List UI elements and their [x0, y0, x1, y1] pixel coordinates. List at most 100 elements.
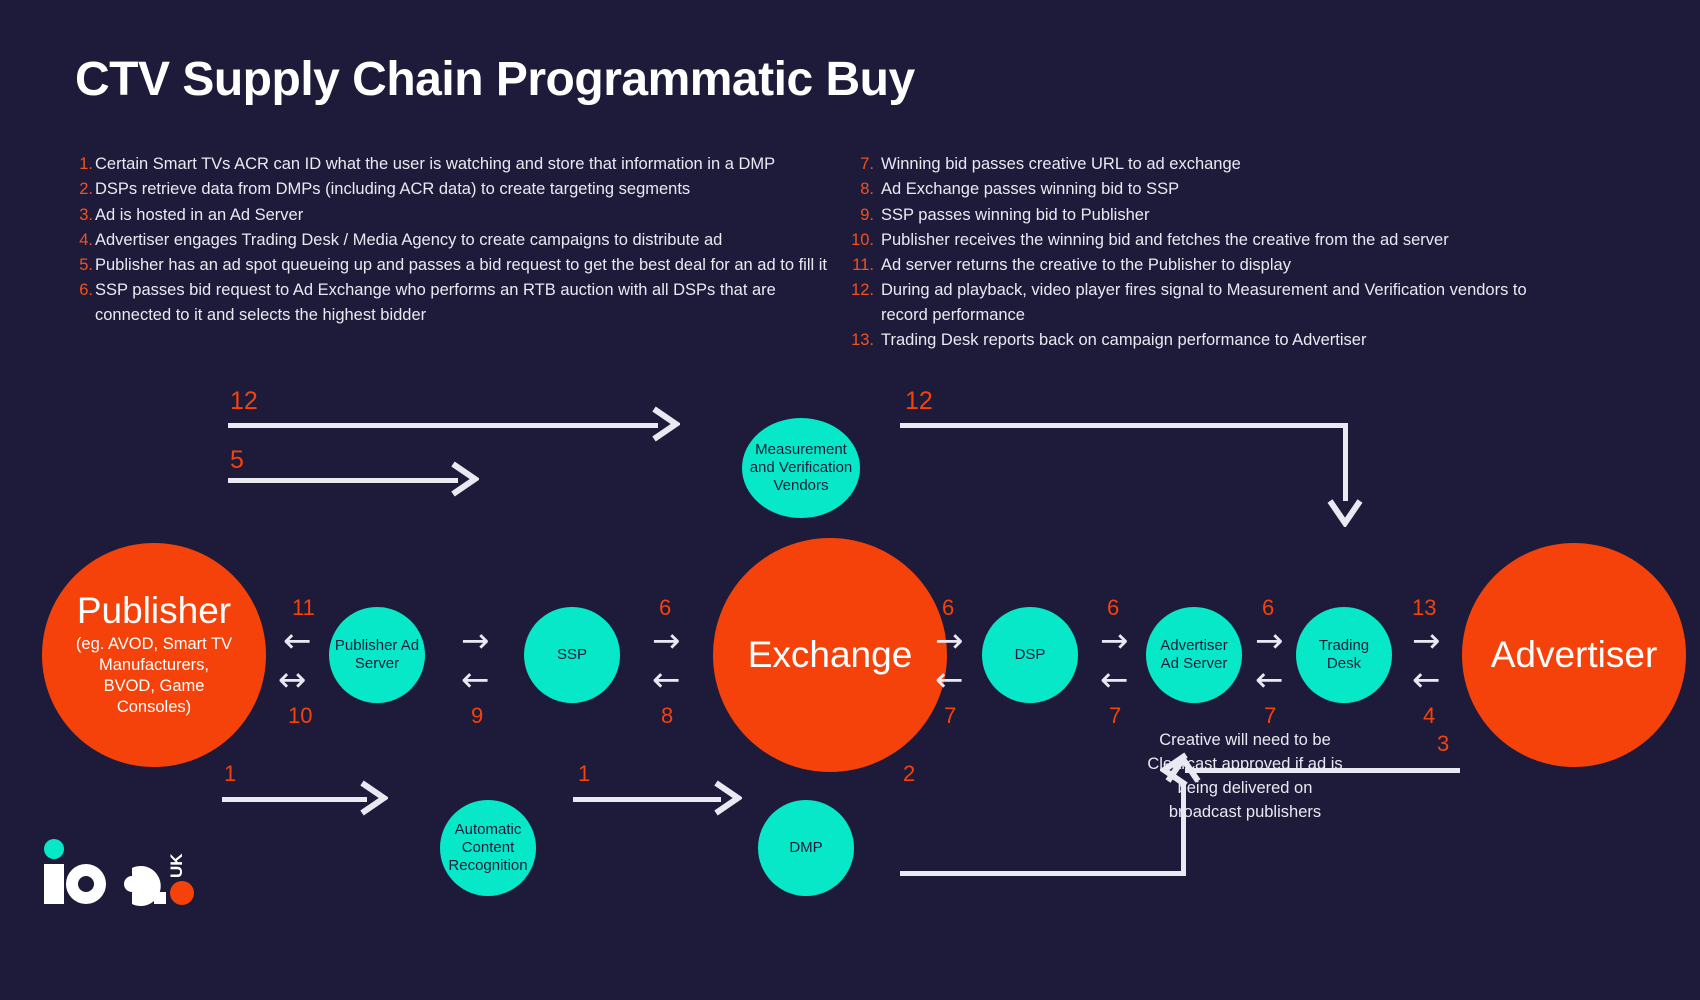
step-text: Ad Exchange passes winning bid to SSP [881, 180, 1180, 199]
node-dmp[interactable]: DMP [758, 800, 854, 896]
flow-label-2-dmp-dsp: 2 [903, 761, 916, 786]
arrow-right-trading-desk-to-advertiser: → [1412, 621, 1441, 661]
iab-uk-logo: UK [40, 838, 210, 908]
flow-line-acr-to-dmp [573, 797, 721, 802]
step-number: 6. [79, 281, 93, 300]
flow-label-1-acr-input: 1 [224, 761, 237, 786]
node-automatic-content-recognition[interactable]: Automatic Content Recognition [440, 800, 536, 896]
step-number: 4. [79, 230, 93, 249]
node-advertiser[interactable]: Advertiser [1462, 543, 1686, 767]
arrow-left-dsp-to-exchange: ← [935, 660, 964, 700]
logo-dot-icon [44, 839, 64, 859]
flow-label-5-publisher-exchange: 5 [230, 446, 244, 474]
logo-mark: UK [44, 839, 194, 906]
flow-label-6-ssp-exchange: 6 [659, 595, 672, 620]
node-measurement-vendors[interactable]: Measurement and Verification Vendors [742, 418, 860, 518]
step-number: 9. [860, 205, 874, 224]
list-item: 6. SSP passes bid request to Ad Exchange… [76, 278, 836, 327]
list-item: 3. Ad is hosted in an Ad Server [76, 203, 836, 227]
flow-label-9-ssp-publisher-adserver: 9 [471, 703, 484, 728]
flow-label-8-exchange-ssp: 8 [661, 703, 674, 728]
logo-letter-b [112, 842, 161, 906]
node-sublabel: (eg. AVOD, Smart TV Manufacturers, BVOD,… [75, 634, 233, 717]
arrowhead-right-measurement [652, 406, 680, 442]
flow-line-2-vertical [1181, 784, 1186, 876]
arrow-right-ssp-to-exchange: → [652, 621, 681, 661]
step-text: Publisher receives the winning bid and f… [881, 230, 1449, 249]
arrow-left-ssp-to-adserver: ← [461, 660, 490, 700]
flow-line-to-acr [222, 797, 367, 802]
step-number: 8. [860, 180, 874, 199]
node-trading-desk[interactable]: Trading Desk [1296, 607, 1392, 703]
arrow-bidirectional-publisher-adserver: ↔ [278, 660, 307, 700]
flow-label-11-adserver-publisher: 11 [292, 595, 315, 620]
node-exchange[interactable]: Exchange [713, 538, 947, 772]
list-item: 7. Winning bid passes creative URL to ad… [850, 152, 1550, 176]
node-ssp[interactable]: SSP [524, 607, 620, 703]
arrow-right-dsp-to-advertiser-adserver: → [1100, 621, 1129, 661]
step-number: 12. [851, 281, 874, 300]
flow-label-1-acr-dmp: 1 [578, 761, 591, 786]
step-number: 2. [79, 180, 93, 199]
note-line-1: Creative will need to be [1159, 731, 1331, 749]
node-label: Automatic Content Recognition [448, 820, 528, 875]
node-label: Advertiser [1490, 633, 1658, 675]
steps-list-right: 7. Winning bid passes creative URL to ad… [850, 152, 1550, 353]
step-number: 7. [860, 155, 874, 173]
flow-label-7-dsp-exchange: 7 [944, 703, 957, 728]
node-label: SSP [556, 645, 587, 663]
step-text: During ad playback, video player fires s… [881, 281, 1527, 324]
flow-line-publisher-measurement [228, 423, 658, 428]
flow-label-7-advertiser-adserver-dsp: 7 [1109, 703, 1122, 728]
step-text: SSP passes winning bid to Publisher [881, 205, 1150, 224]
arrow-right-adserver-to-ssp: → [461, 621, 490, 661]
page-title: CTV Supply Chain Programmatic Buy [75, 53, 915, 106]
flow-label-6-dsp-advertiser-adserver: 6 [1107, 595, 1120, 620]
arrowhead-right-acr [360, 780, 388, 816]
step-text: Certain Smart TVs ACR can ID what the us… [95, 155, 776, 173]
list-item: 13. Trading Desk reports back on campaig… [850, 328, 1550, 352]
arrowhead-up-dsp [1165, 755, 1201, 783]
node-label: Trading Desk [1318, 636, 1370, 672]
step-text: Ad is hosted in an Ad Server [95, 205, 304, 224]
flow-label-13-trading-desk-advertiser: 13 [1412, 595, 1437, 620]
node-label: DMP [789, 838, 823, 856]
note-line-4: broadcast publishers [1168, 803, 1322, 822]
flow-label-10-publisher-adserver: 10 [288, 703, 313, 728]
arrowhead-right-exchange [451, 461, 479, 497]
arrow-left-adserver-to-publisher: ← [283, 621, 312, 661]
steps-list-left: 1. Certain Smart TVs ACR can ID what the… [76, 152, 836, 328]
node-publisher-ad-server[interactable]: Publisher Ad Server [329, 607, 425, 703]
arrow-left-exchange-to-ssp: ← [652, 660, 681, 700]
flow-label-3-advertiser-clearcast: 3 [1437, 731, 1450, 756]
flow-line-publisher-exchange [228, 478, 458, 483]
flow-line-top-right-vertical [1343, 423, 1348, 501]
node-label: Measurement and Verification Vendors [749, 440, 853, 495]
step-number: 13. [851, 330, 874, 349]
node-label: Advertiser Ad Server [1160, 636, 1228, 672]
flow-label-6-exchange-dsp: 6 [942, 595, 955, 620]
flow-label-12-advertiser-measurement: 12 [905, 387, 933, 415]
flow-line-top-right-horizontal [900, 423, 1348, 428]
node-publisher[interactable]: Publisher (eg. AVOD, Smart TV Manufactur… [42, 543, 266, 767]
node-dsp[interactable]: DSP [982, 607, 1078, 703]
arrow-left-trading-desk-to-advertiser-adserver: ← [1255, 660, 1284, 700]
arrow-left-advertiser-adserver-to-dsp: ← [1100, 660, 1129, 700]
step-text: Trading Desk reports back on campaign pe… [881, 330, 1367, 349]
list-item: 8. Ad Exchange passes winning bid to SSP [850, 177, 1550, 201]
list-item: 11. Ad server returns the creative to th… [850, 253, 1550, 277]
flow-label-12-publisher-measurement: 12 [230, 387, 258, 415]
list-item: 12. During ad playback, video player fir… [850, 278, 1550, 327]
node-advertiser-ad-server[interactable]: Advertiser Ad Server [1146, 607, 1242, 703]
logo-region-text: UK [167, 853, 186, 878]
logo-letter-i [44, 864, 64, 904]
list-item: 4. Advertiser engages Trading Desk / Med… [76, 228, 836, 252]
step-text: Winning bid passes creative URL to ad ex… [881, 155, 1241, 173]
arrow-left-advertiser-to-trading-desk: ← [1412, 660, 1441, 700]
step-number: 1. [79, 155, 93, 173]
arrow-right-exchange-to-dsp: → [935, 621, 964, 661]
arrow-right-advertiser-adserver-to-trading-desk: → [1255, 621, 1284, 661]
step-text: Publisher has an ad spot queueing up and… [95, 256, 828, 274]
step-text: DSPs retrieve data from DMPs (including … [95, 180, 691, 199]
logo-letter-a [65, 864, 107, 904]
